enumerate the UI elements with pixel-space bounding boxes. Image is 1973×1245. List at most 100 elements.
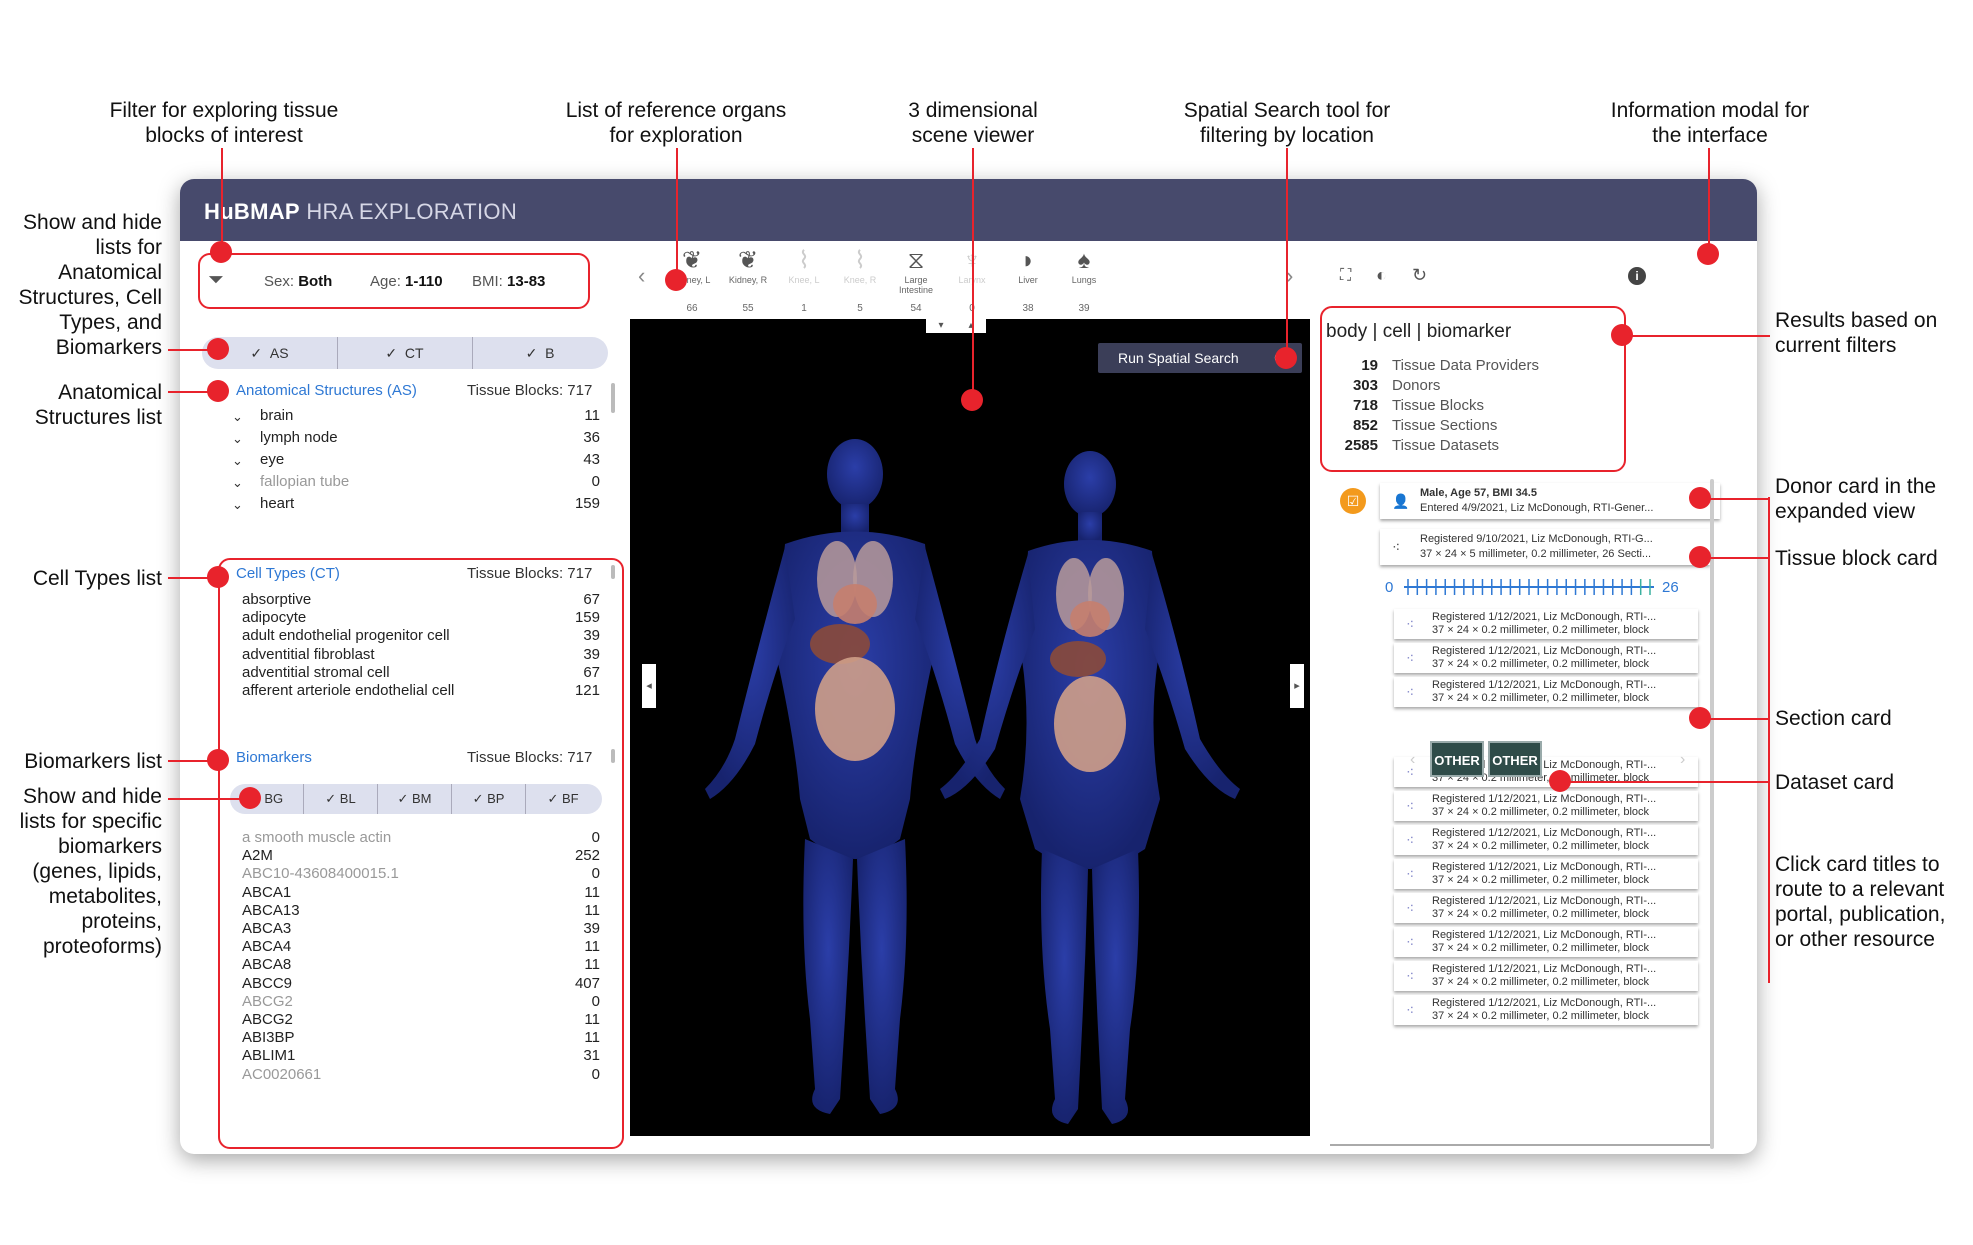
section-card-line1: Registered 1/12/2021, Liz McDonough, RTI… (1432, 929, 1657, 941)
organ-label: Knee, L (788, 275, 820, 285)
marker-section (1689, 707, 1711, 729)
section-card[interactable]: ⁖ Registered 1/12/2021, Liz McDonough, RT… (1394, 825, 1698, 855)
as-item[interactable]: brain (260, 407, 293, 424)
list-visibility-toggle: ✓ AS ✓ CT ✓ B (202, 337, 608, 369)
brand-logo[interactable]: HuBMAP HRA EXPLORATION (204, 199, 517, 225)
annotation-ct-list: Cell Types list (32, 567, 162, 590)
scene-viewer[interactable] (630, 319, 1310, 1136)
section-card[interactable]: ⁖ Registered 1/12/2021, Liz McDonough, RT… (1394, 927, 1698, 957)
leader-dataset (1560, 781, 1770, 783)
tissue-block-card[interactable]: ⁖ Registered 9/10/2021, Liz McDonough, R… (1380, 529, 1710, 565)
results-scrollbar[interactable] (1710, 479, 1714, 1149)
marker-ct (207, 566, 229, 588)
toggle-b[interactable]: ✓ B (472, 337, 608, 369)
section-card-line2: 37 × 24 × 0.2 millimeter, 0.2 millimeter… (1432, 908, 1650, 920)
section-card[interactable]: ⁖ Registered 1/12/2021, Liz McDonough, RT… (1394, 643, 1698, 673)
large-intestine-icon: ⧖ (907, 247, 925, 274)
top-bar: HuBMAP HRA EXPLORATION (180, 179, 1757, 241)
expand-chevron-icon[interactable]: ⌄ (232, 497, 243, 513)
expand-chevron-icon[interactable]: ⌄ (232, 453, 243, 469)
refresh-icon[interactable]: ↻ (1412, 265, 1427, 286)
organ-liver[interactable]: ◗ Liver (1000, 247, 1056, 285)
fullscreen-icon[interactable]: ⛶ (1340, 267, 1351, 285)
run-spatial-search-button[interactable]: Run Spatial Search ◎ (1098, 343, 1302, 373)
organ-knee-l[interactable]: ⌇ Knee, L (776, 247, 832, 285)
as-tissue-blocks: Tissue Blocks: 717 (467, 382, 593, 399)
dataset-prev-arrow[interactable]: ‹ (1410, 751, 1415, 769)
leader-viewer (972, 148, 974, 400)
toggle-ct[interactable]: ✓ CT (337, 337, 473, 369)
dataset-next-arrow[interactable]: › (1680, 751, 1685, 769)
organ-lungs[interactable]: ♠ Lungs (1056, 247, 1112, 285)
as-item-count: 43 (583, 451, 600, 468)
section-card-line2: 37 × 24 × 0.2 millimeter, 0.2 millimeter… (1432, 658, 1650, 670)
organ-count: 38 (1022, 303, 1034, 314)
theme-toggle-icon[interactable]: ◐ (1376, 265, 1387, 286)
section-card[interactable]: ⁖ Registered 1/12/2021, Liz McDonough, RT… (1394, 609, 1698, 639)
left-panel-collapse[interactable]: ◂ (642, 664, 656, 708)
section-icon: ⁖ (1406, 968, 1415, 984)
knee-icon: ⌇ (798, 247, 810, 274)
donor-card[interactable]: 👤 Male, Age 57, BMI 34.5 Entered 4/9/202… (1380, 483, 1720, 519)
section-card[interactable]: ⁖ Registered 1/12/2021, Liz McDonough, RT… (1394, 961, 1698, 991)
organ-large-intestine[interactable]: ⧖ Large Intestine (888, 247, 944, 295)
annotation-results: Results based on current filters (1775, 309, 1938, 357)
organ-strip-expand[interactable]: ▴ (956, 319, 986, 333)
leader-spatial (1286, 148, 1288, 358)
expand-chevron-icon[interactable]: ⌄ (232, 431, 243, 447)
organ-label: Large Intestine (898, 275, 934, 295)
section-icon: ⁖ (1406, 616, 1415, 632)
section-card-line1: Registered 1/12/2021, Liz McDonough, RTI… (1432, 861, 1657, 873)
annotation-dataset-card: Dataset card (1775, 771, 1895, 794)
bracket-cards (1768, 497, 1770, 983)
section-card[interactable]: ⁖ Registered 1/12/2021, Liz McDonough, RT… (1394, 995, 1698, 1025)
organ-count: 54 (910, 303, 922, 314)
as-section-title[interactable]: Anatomical Structures (AS) (236, 382, 417, 399)
tissue-block-icon: ⁖ (1392, 539, 1401, 555)
organ-label: Kidney, R (728, 275, 768, 285)
section-card[interactable]: ⁖ Registered 1/12/2021, Liz McDonough, RT… (1394, 859, 1698, 889)
highlight-results (1320, 306, 1626, 472)
as-item[interactable]: heart (260, 495, 294, 512)
select-checkbox-icon[interactable]: ☑ (1340, 488, 1366, 514)
highlight-filter (198, 253, 590, 309)
body-models (705, 439, 1240, 1124)
organ-count: 66 (686, 303, 698, 314)
as-item[interactable]: eye (260, 451, 284, 468)
organ-label: Liver (1018, 275, 1038, 285)
marker-bm (207, 749, 229, 771)
section-card[interactable]: ⁖ Registered 1/12/2021, Liz McDonough, RT… (1394, 677, 1698, 707)
annotation-as-list: Anatomical Structures list (34, 381, 162, 429)
kidney-icon: ❦ (737, 247, 759, 274)
info-icon[interactable]: i (1628, 267, 1646, 285)
organ-strip-collapse[interactable]: ▾ (926, 319, 956, 333)
section-slider-max: 26 (1662, 579, 1679, 596)
section-card[interactable]: ⁖ Registered 1/12/2021, Liz McDonough, RT… (1394, 791, 1698, 821)
organ-knee-r[interactable]: ⌇ Knee, R (832, 247, 888, 285)
leader-bm-toggle (168, 798, 250, 800)
section-icon: ⁖ (1406, 650, 1415, 666)
leader-organs (676, 148, 678, 280)
right-panel-collapse[interactable]: ▸ (1290, 664, 1304, 708)
as-scrollbar[interactable] (611, 383, 615, 413)
as-item[interactable]: fallopian tube (260, 473, 349, 490)
section-card-line1: Registered 1/12/2021, Liz McDonough, RTI… (1432, 895, 1657, 907)
section-slider[interactable] (1404, 577, 1654, 597)
as-item[interactable]: lymph node (260, 429, 338, 446)
expand-chevron-icon[interactable]: ⌄ (232, 475, 243, 491)
section-card-line1: Registered 1/12/2021, Liz McDonough, RTI… (1432, 827, 1657, 839)
dataset-card[interactable]: OTHER (1488, 741, 1542, 777)
marker-info (1697, 243, 1719, 265)
organ-prev-arrow[interactable]: ‹ (638, 263, 645, 289)
section-card-line2: 37 × 24 × 0.2 millimeter, 0.2 millimeter… (1432, 806, 1650, 818)
organ-kidney-r[interactable]: ❦ Kidney, R (720, 247, 776, 285)
annotation-filter: Filter for exploring tissue blocks of in… (109, 99, 339, 147)
marker-as (207, 380, 229, 402)
person-icon: 👤 (1392, 493, 1410, 509)
section-card[interactable]: ⁖ Registered 1/12/2021, Liz McDonough, RT… (1394, 893, 1698, 923)
dataset-card[interactable]: OTHER (1430, 741, 1484, 777)
expand-chevron-icon[interactable]: ⌄ (232, 409, 243, 425)
section-icon: ⁖ (1406, 684, 1415, 700)
section-card-line1: Registered 1/12/2021, Liz McDonough, RTI… (1432, 679, 1657, 691)
annotation-show-hide-bm: Show and hide lists for specific biomark… (19, 785, 162, 958)
